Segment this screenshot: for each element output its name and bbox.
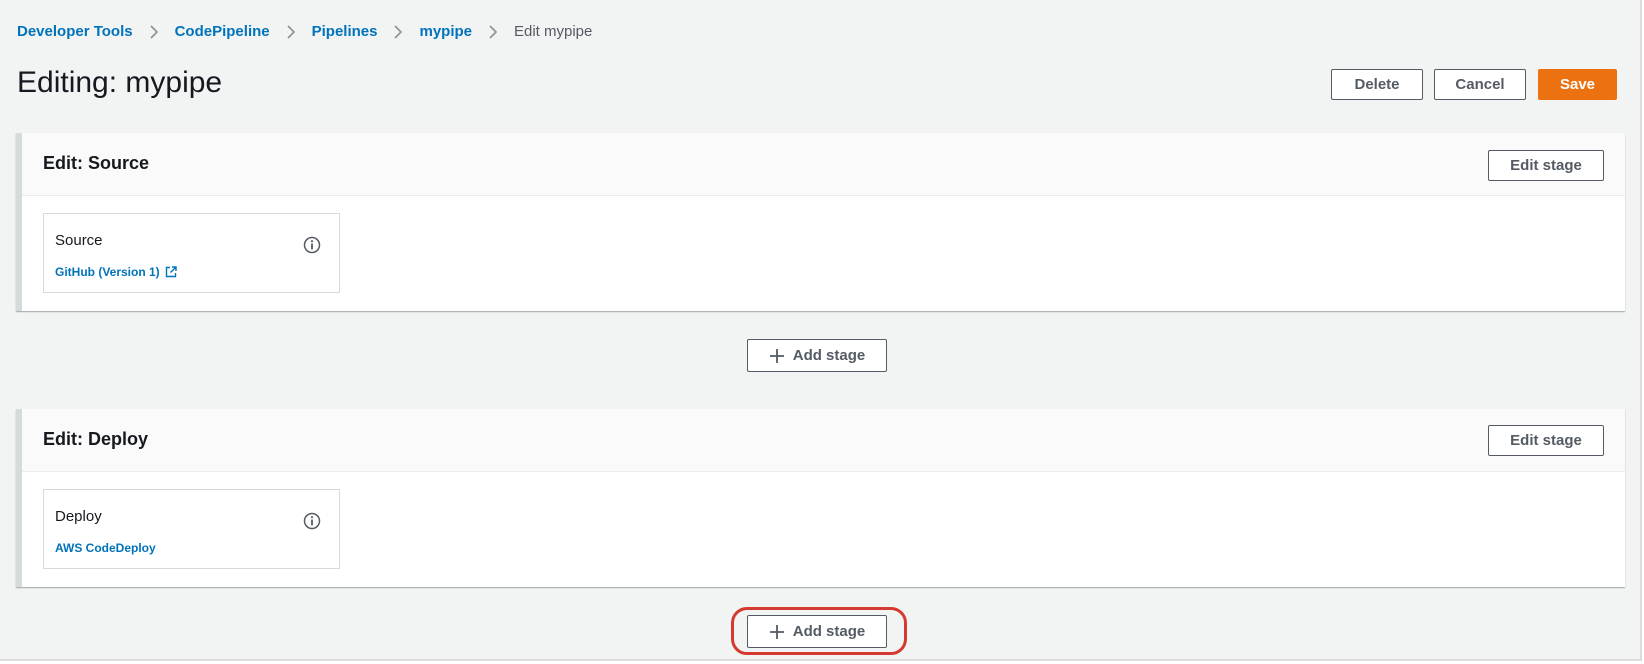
chevron-right-icon (387, 22, 409, 42)
stage-body: Deploy AWS CodeDeploy (22, 472, 1625, 587)
stage-title: Edit: Source (43, 153, 150, 173)
action-provider-link[interactable]: AWS CodeDeploy (55, 541, 156, 555)
page-title: Editing: mypipe (17, 66, 223, 99)
chevron-right-icon (482, 22, 504, 42)
breadcrumb-mypipe[interactable]: mypipe (419, 22, 472, 42)
chevron-right-icon (280, 22, 302, 42)
delete-button[interactable]: Delete (1331, 69, 1423, 100)
action-provider-label: GitHub (Version 1) (55, 265, 160, 279)
edit-stage-button[interactable]: Edit stage (1488, 150, 1604, 181)
add-stage-content: Add stage (769, 347, 866, 364)
stage-card-source: Edit: Source Edit stage Source GitHub (V… (16, 133, 1625, 311)
stage-header: Edit: Source Edit stage (22, 133, 1625, 196)
breadcrumb-codepipeline[interactable]: CodePipeline (175, 22, 270, 42)
info-icon[interactable] (303, 236, 321, 254)
action-provider-label: AWS CodeDeploy (55, 541, 156, 555)
action-name: Source (55, 232, 103, 249)
chevron-right-icon (143, 22, 165, 42)
add-stage-label: Add stage (792, 347, 866, 364)
stage-header: Edit: Deploy Edit stage (22, 409, 1625, 472)
action-card-source[interactable]: Source GitHub (Version 1) (43, 213, 340, 293)
editor-page: Developer Tools CodePipeline Pipelines m… (0, 0, 1642, 661)
stage-body: Source GitHub (Version 1) (22, 196, 1625, 311)
highlight-ring (731, 607, 907, 655)
cancel-button[interactable]: Cancel (1434, 69, 1526, 100)
stage-title: Edit: Deploy (43, 429, 149, 449)
external-link-icon (165, 266, 177, 278)
edit-stage-button[interactable]: Edit stage (1488, 425, 1604, 456)
breadcrumb-developer-tools[interactable]: Developer Tools (17, 22, 133, 42)
save-button[interactable]: Save (1538, 69, 1617, 100)
action-provider-link[interactable]: GitHub (Version 1) (55, 265, 177, 279)
plus-icon (769, 348, 785, 364)
breadcrumb-pipelines[interactable]: Pipelines (312, 22, 378, 42)
stage-card-deploy: Edit: Deploy Edit stage Deploy AWS CodeD… (16, 409, 1625, 587)
breadcrumb-current: Edit mypipe (514, 23, 593, 40)
info-icon[interactable] (303, 512, 321, 530)
action-name: Deploy (55, 508, 102, 525)
add-stage-button[interactable]: Add stage (747, 339, 887, 372)
action-card-deploy[interactable]: Deploy AWS CodeDeploy (43, 489, 340, 569)
breadcrumb: Developer Tools CodePipeline Pipelines m… (17, 22, 592, 42)
